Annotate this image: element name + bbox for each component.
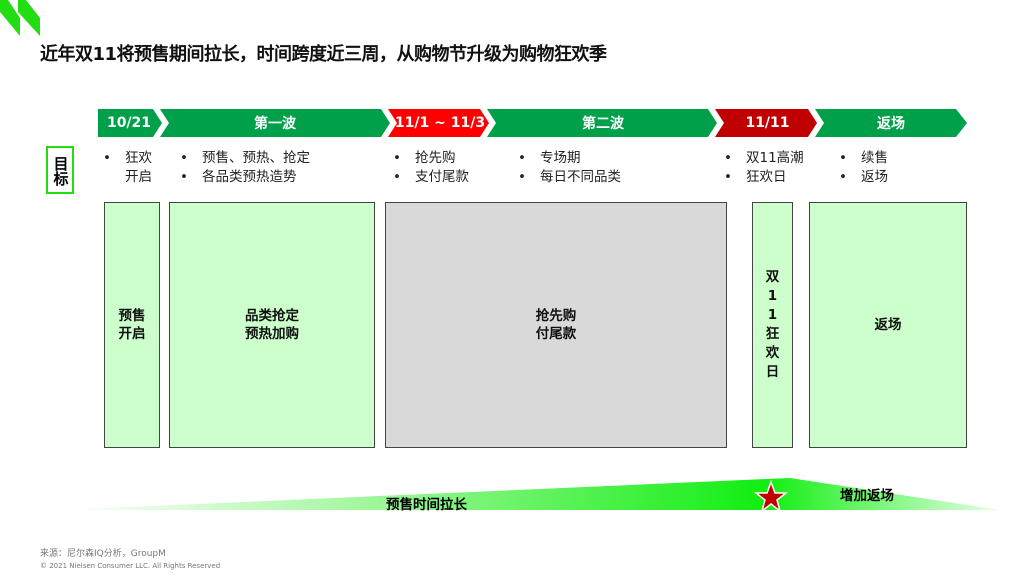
goal-item: 返场 <box>861 168 888 187</box>
goal-label: 目标 <box>46 146 74 194</box>
goal-item: 专场期 <box>540 149 621 168</box>
phase-return: 返场 <box>809 202 967 448</box>
phase-category-preorder: 品类抢定 预热加购 <box>169 202 375 448</box>
goal-item: 支付尾款 <box>415 168 469 187</box>
more-return-label: 增加返场 <box>840 488 894 504</box>
goal-item: 抢先购 <box>415 149 469 168</box>
goal-list: 续售返场 <box>861 149 888 187</box>
presale-extended-label: 预售时间拉长 <box>386 497 467 513</box>
timeline-step-return: 返场 <box>877 116 905 132</box>
goal-item: 狂欢日 <box>746 168 804 187</box>
copyright: © 2021 Nielsen Consumer LLC. All Rights … <box>40 562 221 570</box>
goal-item: 续售 <box>861 149 888 168</box>
goal-item: 预售、预热、抢定 <box>202 149 310 168</box>
goal-item: 狂欢开启 <box>125 149 165 187</box>
goal-item: 各品类预热造势 <box>202 168 310 187</box>
goal-list: 抢先购支付尾款 <box>415 149 469 187</box>
page-title: 近年双11将预售期间拉长，时间跨度近三周，从购物节升级为购物狂欢季 <box>40 44 607 65</box>
phase-early-buy: 抢先购 付尾款 <box>385 202 727 448</box>
source-note: 来源：尼尔森IQ分析，GroupM <box>40 549 166 559</box>
phase-double11-day: 双11狂欢日 <box>752 202 793 448</box>
goal-list: 预售、预热、抢定各品类预热造势 <box>202 149 310 187</box>
timeline-step-wave-1: 第一波 <box>254 116 296 132</box>
logo-icon <box>0 0 40 36</box>
goal-item: 每日不同品类 <box>540 168 621 187</box>
goal-item: 双11高潮 <box>746 149 804 168</box>
goal-list: 专场期每日不同品类 <box>540 149 621 187</box>
timeline-step-wave-2: 第二波 <box>582 116 624 132</box>
goal-list: 狂欢开启 <box>125 149 165 187</box>
timeline-step-11-1-to-11-3: 11/1 ~ 11/3 <box>394 115 486 131</box>
phase-presale-start: 预售 开启 <box>104 202 160 448</box>
timeline-step-10-21: 10/21 <box>106 115 152 131</box>
goal-list: 双11高潮狂欢日 <box>746 149 804 187</box>
timeline-step-11-11: 11/11 <box>745 115 790 131</box>
